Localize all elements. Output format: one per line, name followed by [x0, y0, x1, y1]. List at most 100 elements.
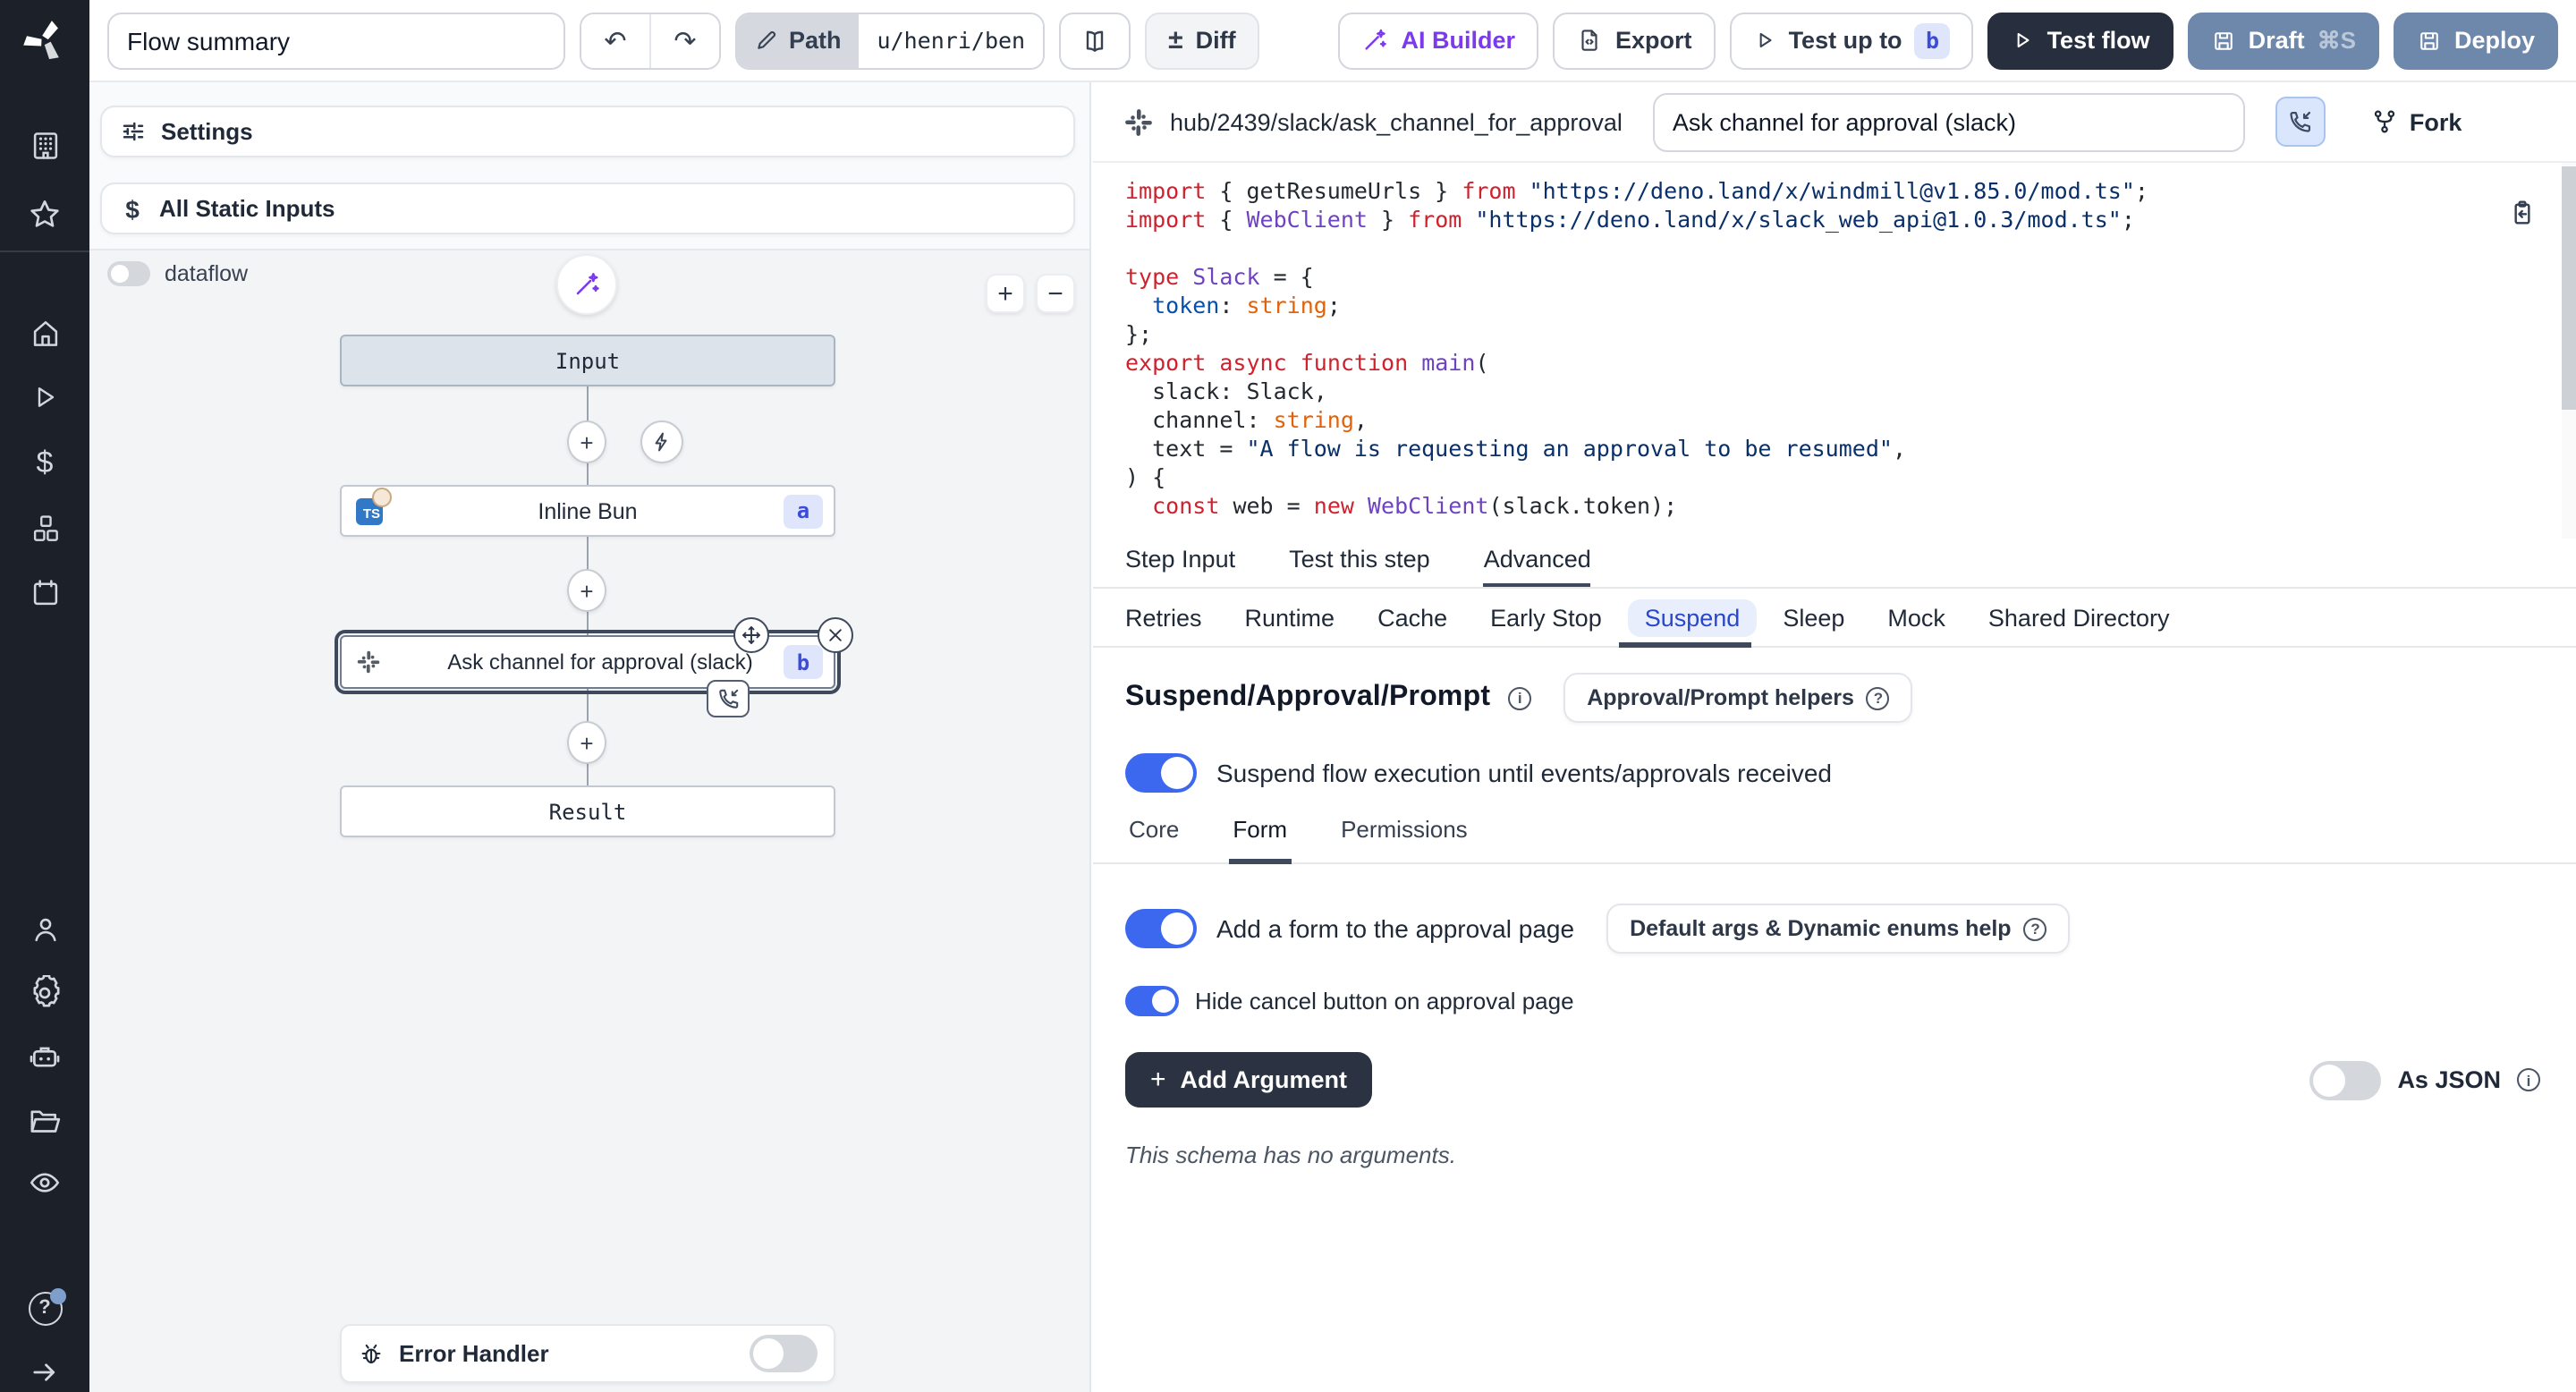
- tab-shared-directory[interactable]: Shared Directory: [1988, 590, 2170, 646]
- dataflow-toggle[interactable]: [107, 261, 150, 286]
- top-toolbar: ↶ ↷ Path u/henri/ben ± Diff: [89, 0, 2576, 82]
- path-edit-segment[interactable]: Path: [737, 13, 860, 67]
- tab-suspend[interactable]: Suspend: [1645, 590, 1741, 646]
- tab-advanced[interactable]: Advanced: [1484, 539, 1591, 587]
- code-scrollbar[interactable]: [2562, 163, 2576, 539]
- flow-node-result[interactable]: Result: [340, 785, 835, 837]
- deploy-button[interactable]: Deploy: [2394, 12, 2558, 69]
- add-argument-button[interactable]: + Add Argument: [1125, 1052, 1372, 1108]
- schedules-calendar-icon[interactable]: [0, 565, 89, 619]
- lightning-icon: [651, 431, 673, 453]
- hide-cancel-toggle[interactable]: [1125, 986, 1179, 1016]
- hub-script-path[interactable]: hub/2439/slack/ask_channel_for_approval: [1170, 108, 1623, 135]
- workspace-icon[interactable]: [0, 118, 89, 172]
- code-line: type Slack = {: [1125, 263, 2576, 292]
- test-up-to-step-badge: b: [1915, 22, 1951, 58]
- flow-node-inline-bun[interactable]: TS Inline Bun a: [340, 485, 835, 537]
- tab-cache[interactable]: Cache: [1377, 590, 1447, 646]
- book-icon: [1080, 26, 1109, 55]
- question-icon: ?: [2024, 917, 2047, 940]
- code-line: export async function main(: [1125, 349, 2576, 378]
- user-icon[interactable]: [0, 902, 89, 955]
- suspend-subtabs: Core Form Permissions: [1093, 816, 2576, 864]
- workers-robot-icon[interactable]: [0, 1031, 89, 1084]
- subtab-form[interactable]: Form: [1229, 816, 1291, 864]
- default-args-help-button[interactable]: Default args & Dynamic enums help ?: [1606, 904, 2071, 954]
- tab-sleep[interactable]: Sleep: [1783, 590, 1844, 646]
- suspend-indicator-button[interactable]: [2275, 97, 2326, 147]
- slack-icon: [356, 649, 381, 675]
- all-static-inputs-card[interactable]: $ All Static Inputs: [100, 182, 1075, 234]
- undo-button[interactable]: ↶: [581, 13, 649, 67]
- suspend-approval-badge[interactable]: [707, 680, 750, 717]
- info-icon[interactable]: i: [1508, 686, 1531, 709]
- flow-settings-card[interactable]: Settings: [100, 106, 1075, 157]
- move-step-button[interactable]: [733, 617, 769, 653]
- resources-cubes-icon[interactable]: [0, 501, 89, 555]
- subtab-permissions[interactable]: Permissions: [1337, 816, 1471, 864]
- tab-runtime[interactable]: Runtime: [1245, 590, 1335, 646]
- diff-button[interactable]: ± Diff: [1145, 12, 1258, 69]
- test-flow-button[interactable]: Test flow: [1988, 12, 2174, 69]
- redo-button[interactable]: ↷: [651, 13, 719, 67]
- ai-flow-wand-button[interactable]: [556, 254, 617, 315]
- variables-dollar-icon[interactable]: $: [0, 435, 89, 488]
- info-icon[interactable]: i: [2517, 1068, 2540, 1091]
- code-scrollbar-thumb[interactable]: [2562, 166, 2576, 410]
- tab-step-input[interactable]: Step Input: [1125, 539, 1235, 587]
- windmill-logo[interactable]: [0, 0, 89, 82]
- approval-prompt-helpers-button[interactable]: Approval/Prompt helpers ?: [1563, 673, 1913, 723]
- export-label: Export: [1615, 27, 1692, 54]
- phone-incoming-icon: [716, 687, 740, 710]
- export-button[interactable]: Export: [1553, 12, 1716, 69]
- code-line: };: [1125, 320, 2576, 349]
- as-json-label: As JSON: [2397, 1066, 2501, 1093]
- flow-settings-label: Settings: [161, 118, 253, 145]
- favorites-star-icon[interactable]: [0, 188, 89, 242]
- zoom-out-button[interactable]: −: [1036, 274, 1075, 313]
- fork-button[interactable]: Fork: [2360, 106, 2473, 138]
- help-icon[interactable]: ?: [0, 1281, 89, 1335]
- docs-book-button[interactable]: [1059, 12, 1131, 69]
- path-value[interactable]: u/henri/ben: [860, 13, 1044, 67]
- suspend-tab-content: Suspend/Approval/Prompt i Approval/Promp…: [1093, 648, 2576, 1392]
- error-handler-card[interactable]: Error Handler: [340, 1324, 835, 1383]
- flow-node-input[interactable]: Input: [340, 335, 835, 386]
- insert-step-button[interactable]: +: [567, 721, 606, 764]
- tab-early-stop[interactable]: Early Stop: [1490, 590, 1602, 646]
- copy-code-button[interactable]: [2508, 199, 2537, 227]
- add-form-toggle[interactable]: [1125, 909, 1197, 948]
- suspend-flow-toggle[interactable]: [1125, 753, 1197, 793]
- ai-builder-button[interactable]: AI Builder: [1339, 12, 1539, 69]
- expand-sidebar-icon[interactable]: [0, 1345, 89, 1392]
- zoom-in-button[interactable]: +: [986, 274, 1025, 313]
- bun-icon: [372, 487, 392, 506]
- flow-summary-input[interactable]: [107, 12, 565, 69]
- step-name-input[interactable]: [1653, 92, 2245, 151]
- path-control[interactable]: Path u/henri/ben: [735, 12, 1045, 69]
- insert-step-button[interactable]: +: [567, 569, 606, 612]
- trigger-lightning-button[interactable]: [640, 420, 683, 463]
- app: $: [0, 0, 2576, 1392]
- tab-test-this-step[interactable]: Test this step: [1289, 539, 1430, 587]
- move-icon: [741, 624, 762, 646]
- code-line: [1125, 234, 2576, 263]
- subtab-core[interactable]: Core: [1125, 816, 1182, 864]
- delete-step-button[interactable]: [818, 617, 853, 653]
- tab-retries[interactable]: Retries: [1125, 590, 1202, 646]
- settings-gear-icon[interactable]: [0, 966, 89, 1020]
- dollar-icon: $: [120, 194, 145, 223]
- test-up-to-button[interactable]: Test up to b: [1730, 12, 1974, 69]
- code-editor[interactable]: import { getResumeUrls } from "https://d…: [1093, 161, 2576, 539]
- folders-icon[interactable]: [0, 1093, 89, 1147]
- error-handler-toggle[interactable]: [750, 1335, 818, 1372]
- test-up-to-label: Test up to: [1789, 27, 1902, 54]
- draft-button[interactable]: Draft ⌘S: [2188, 12, 2379, 69]
- inline-bun-label: Inline Bun: [538, 498, 637, 523]
- audit-eye-icon[interactable]: [0, 1156, 89, 1210]
- as-json-toggle[interactable]: [2309, 1060, 2381, 1099]
- home-icon[interactable]: [0, 306, 89, 360]
- insert-step-button[interactable]: +: [567, 420, 606, 463]
- tab-mock[interactable]: Mock: [1887, 590, 1945, 646]
- runs-play-icon[interactable]: [0, 370, 89, 424]
